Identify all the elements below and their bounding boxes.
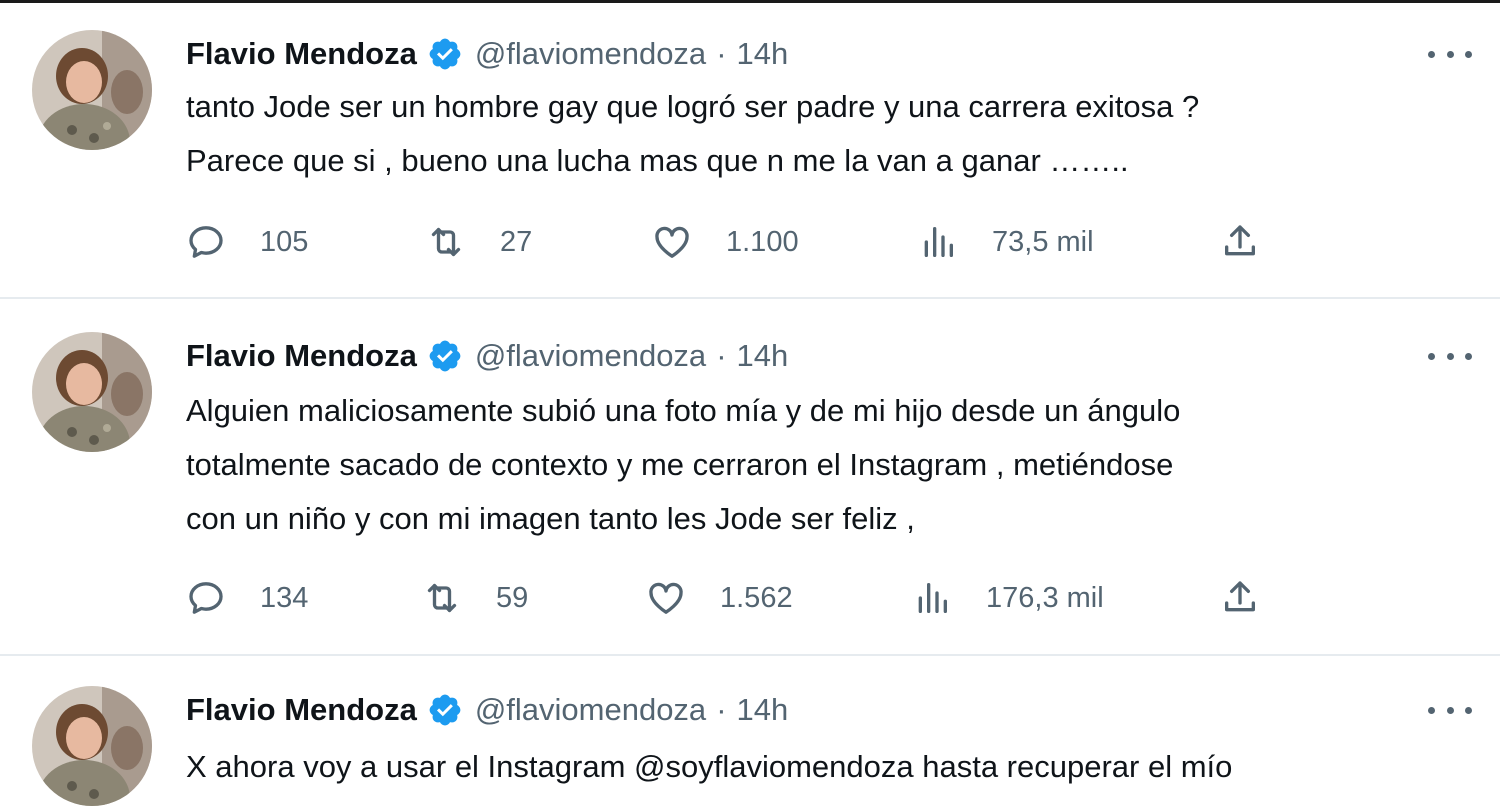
avatar[interactable]: [32, 332, 152, 452]
heart-icon: [649, 582, 683, 614]
share-icon: [1225, 225, 1255, 256]
author-name[interactable]: Flavio Mendoza: [186, 692, 417, 728]
tweet[interactable]: Flavio Mendoza @flaviomendoza · 14h tant…: [0, 0, 1500, 298]
tweet-text: X ahora voy a usar el Instagram @soyflav…: [186, 740, 1476, 794]
retweet-button[interactable]: 27: [426, 220, 532, 264]
views-chart-icon: [924, 227, 953, 257]
retweet-button[interactable]: 59: [422, 576, 528, 620]
author-name[interactable]: Flavio Mendoza: [186, 338, 417, 374]
views-count: 73,5 mil: [992, 225, 1094, 258]
like-button[interactable]: 1.100: [652, 220, 799, 264]
reply-button[interactable]: 134: [186, 576, 308, 620]
timestamp[interactable]: 14h: [737, 692, 789, 728]
separator-dot: ·: [716, 338, 727, 373]
avatar-photo-icon: [32, 332, 152, 452]
avatar-photo-icon: [32, 30, 152, 150]
separator-dot: ·: [716, 36, 727, 71]
author-handle[interactable]: @flaviomendoza: [475, 692, 706, 728]
tweet-actions: 105 27 1.100 73,5 mil: [186, 220, 1286, 264]
separator-dot: ·: [716, 692, 727, 727]
more-options-icon[interactable]: [1428, 346, 1472, 366]
more-options-icon[interactable]: [1428, 700, 1472, 720]
avatar[interactable]: [32, 686, 152, 806]
tweet-text-line: X ahora voy a usar el Instagram @soyflav…: [186, 749, 1233, 784]
views-button[interactable]: 176,3 mil: [912, 576, 1104, 620]
tweet-text: tanto Jode ser un hombre gay que logró s…: [186, 80, 1476, 188]
timestamp[interactable]: 14h: [737, 36, 789, 72]
reply-icon: [189, 582, 223, 614]
tweet[interactable]: Flavio Mendoza @flaviomendoza · 14h X ah…: [0, 656, 1500, 806]
verified-badge-icon: [429, 38, 461, 70]
share-button[interactable]: [1220, 576, 1260, 620]
views-button[interactable]: 73,5 mil: [918, 220, 1094, 264]
like-button[interactable]: 1.562: [646, 576, 793, 620]
tweet-text-line: Parece que si , bueno una lucha mas que …: [186, 143, 1129, 178]
tweet-divider: [0, 297, 1500, 299]
tweet-header: Flavio Mendoza @flaviomendoza · 14h: [186, 336, 788, 376]
tweet-text-line: totalmente sacado de contexto y me cerra…: [186, 447, 1174, 482]
reply-button[interactable]: 105: [186, 220, 308, 264]
tweet-text-line: Alguien maliciosamente subió una foto mí…: [186, 393, 1181, 428]
tweet-text-line: tanto Jode ser un hombre gay que logró s…: [186, 89, 1200, 124]
tweet-header: Flavio Mendoza @flaviomendoza · 14h: [186, 34, 788, 74]
retweet-count: 27: [500, 225, 533, 258]
share-button[interactable]: [1220, 220, 1260, 264]
heart-icon: [655, 226, 689, 258]
tweet-actions: 134 59 1.562 176,3 mil: [186, 576, 1286, 620]
more-options-icon[interactable]: [1428, 44, 1472, 64]
retweet-icon: [431, 227, 461, 257]
like-count: 1.562: [720, 581, 793, 614]
tweet-header: Flavio Mendoza @flaviomendoza · 14h: [186, 690, 788, 730]
timestamp[interactable]: 14h: [737, 338, 789, 374]
verified-badge-icon: [429, 340, 461, 372]
author-handle[interactable]: @flaviomendoza: [475, 338, 706, 374]
reply-icon: [189, 226, 223, 258]
author-name[interactable]: Flavio Mendoza: [186, 36, 417, 72]
reply-count: 105: [260, 225, 309, 258]
avatar[interactable]: [32, 30, 152, 150]
views-count: 176,3 mil: [986, 581, 1104, 614]
avatar-photo-icon: [32, 686, 152, 806]
verified-badge-icon: [429, 694, 461, 726]
views-chart-icon: [918, 583, 947, 613]
reply-count: 134: [260, 581, 309, 614]
author-handle[interactable]: @flaviomendoza: [475, 36, 706, 72]
tweet[interactable]: Flavio Mendoza @flaviomendoza · 14h Algu…: [0, 300, 1500, 654]
retweet-count: 59: [496, 581, 529, 614]
retweet-icon: [427, 583, 457, 613]
like-count: 1.100: [726, 225, 799, 258]
tweet-text-line: con un niño y con mi imagen tanto les Jo…: [186, 501, 915, 536]
share-icon: [1225, 581, 1255, 612]
tweet-text: Alguien maliciosamente subió una foto mí…: [186, 384, 1476, 546]
